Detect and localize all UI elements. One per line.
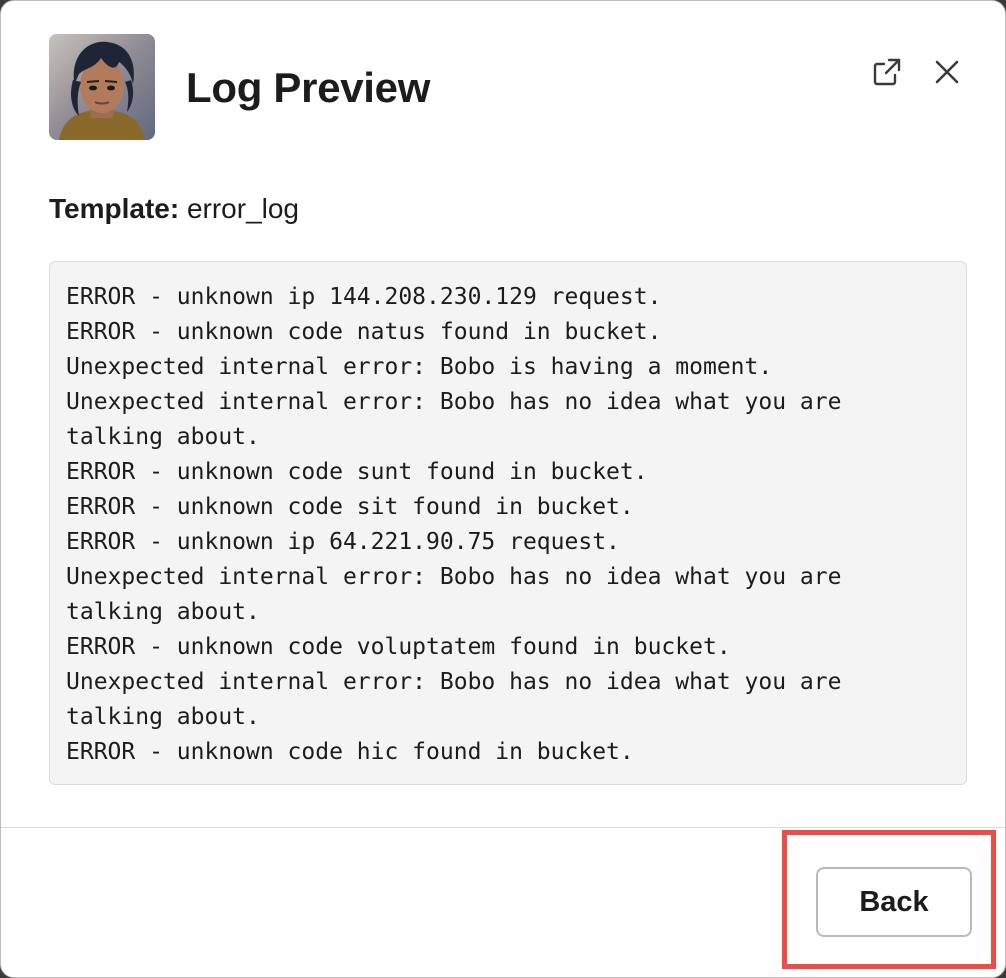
- close-icon: [935, 60, 959, 84]
- modal-header: Log Preview: [49, 34, 965, 140]
- log-line: ERROR - unknown code natus found in buck…: [66, 319, 662, 345]
- footer-divider: [1, 827, 1005, 828]
- log-line: ERROR - unknown code sit found in bucket…: [66, 494, 634, 520]
- template-info: Template: error_log: [49, 189, 299, 229]
- log-line: Unexpected internal error: Bobo has no i…: [66, 564, 856, 625]
- log-preview-box: ERROR - unknown ip 144.208.230.129 reque…: [49, 261, 967, 785]
- log-line: Unexpected internal error: Bobo has no i…: [66, 669, 856, 730]
- log-line: ERROR - unknown code voluptatem found in…: [66, 634, 731, 660]
- back-button[interactable]: Back: [816, 867, 972, 937]
- modal-title: Log Preview: [186, 64, 431, 111]
- avatar: [49, 34, 155, 140]
- log-line: ERROR - unknown ip 144.208.230.129 reque…: [66, 284, 662, 310]
- log-line: Unexpected internal error: Bobo has no i…: [66, 389, 856, 450]
- log-line: Unexpected internal error: Bobo is havin…: [66, 354, 773, 380]
- close-button[interactable]: [925, 50, 969, 94]
- template-label: Template:: [49, 193, 180, 224]
- log-line: ERROR - unknown code hic found in bucket…: [66, 739, 634, 765]
- user-avatar-icon: [49, 34, 155, 140]
- open-external-button[interactable]: [865, 50, 909, 94]
- log-line: ERROR - unknown ip 64.221.90.75 request.: [66, 529, 620, 555]
- template-value: error_log: [186, 193, 300, 224]
- external-link-icon: [873, 58, 901, 86]
- log-preview-modal: Log Preview Template: error_log ERROR - …: [0, 0, 1006, 978]
- log-line: ERROR - unknown code sunt found in bucke…: [66, 459, 648, 485]
